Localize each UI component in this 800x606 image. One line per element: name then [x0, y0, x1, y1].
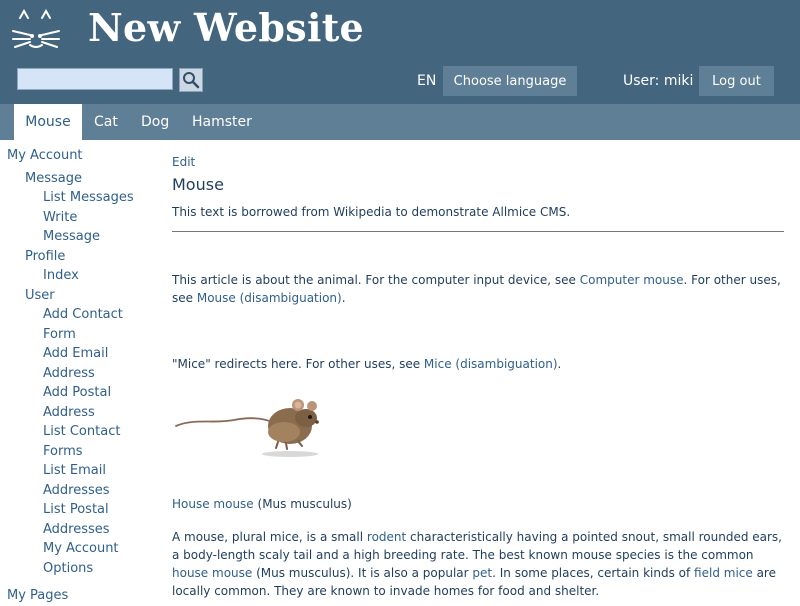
sidebar-item-list-messages[interactable]: List Messages	[43, 188, 148, 208]
current-user-label: User: miki	[623, 73, 694, 89]
sidebar-item-list-contact-forms-cont[interactable]: Forms	[43, 442, 148, 462]
mouse-disambiguation-link[interactable]: Mouse (disambiguation)	[197, 291, 342, 305]
logout-button[interactable]: Log out	[699, 66, 774, 96]
caption-text: (Mus musculus)	[253, 497, 352, 511]
hatnote-text: This article is about the animal. For th…	[172, 273, 580, 287]
cat-logo-icon[interactable]	[12, 9, 62, 51]
body-text: . In some places, certain kinds of	[492, 566, 695, 580]
sidebar-item-write-message-cont[interactable]: Message	[43, 227, 148, 247]
hatnote-computer-mouse: This article is about the animal. For th…	[172, 271, 784, 307]
sidebar-item-profile-index[interactable]: Index	[43, 266, 148, 286]
sidebar-item-user[interactable]: User	[25, 286, 155, 306]
sidebar-item-add-email-address[interactable]: Add Email	[43, 344, 148, 364]
tab-bar: Mouse Cat Dog Hamster	[0, 104, 800, 140]
sidebar-item-add-contact-form-cont[interactable]: Form	[43, 325, 148, 345]
sidebar-item-add-postal-address-cont[interactable]: Address	[43, 403, 148, 423]
sidebar-item-list-email-addresses[interactable]: List Email	[43, 461, 148, 481]
hatnote-text: .	[557, 357, 562, 371]
hatnote-mice: "Mice" redirects here. For other uses, s…	[172, 355, 784, 373]
sidebar-item-list-postal-addresses[interactable]: List Postal	[43, 500, 148, 520]
current-language: EN	[417, 73, 437, 89]
hatnote-text: .	[341, 291, 346, 305]
tab-cat[interactable]: Cat	[94, 104, 118, 140]
magnifier-icon	[183, 72, 200, 89]
sidebar-item-write-message[interactable]: Write	[43, 208, 148, 228]
sidebar-item-my-account[interactable]: My Account	[7, 146, 137, 166]
hatnote-text: "Mice" redirects here. For other uses, s…	[172, 357, 424, 371]
rodent-link[interactable]: rodent	[367, 530, 406, 544]
article-title: Mouse	[172, 175, 224, 194]
sidebar-item-list-email-addresses-cont[interactable]: Addresses	[43, 481, 148, 501]
sidebar-item-list-contact-forms[interactable]: List Contact	[43, 422, 148, 442]
sidebar-item-my-pages[interactable]: My Pages	[7, 586, 137, 606]
site-title[interactable]: New Website	[88, 5, 364, 50]
sidebar-item-profile[interactable]: Profile	[25, 247, 155, 267]
sidebar-item-my-account-options[interactable]: My Account	[43, 539, 148, 559]
sidebar-item-my-account-options-cont[interactable]: Options	[43, 559, 148, 579]
sidebar-item-list-postal-addresses-cont[interactable]: Addresses	[43, 520, 148, 540]
choose-language-button[interactable]: Choose language	[443, 66, 577, 96]
article-body-paragraph: A mouse, plural mice, is a small rodent …	[172, 528, 784, 600]
sidebar-item-add-postal-address[interactable]: Add Postal	[43, 383, 148, 403]
body-text: A mouse, plural mice, is a small	[172, 530, 367, 544]
sidebar-item-message[interactable]: Message	[25, 169, 155, 189]
computer-mouse-link[interactable]: Computer mouse	[580, 273, 684, 287]
house-mouse-image[interactable]	[174, 396, 324, 458]
edit-link[interactable]: Edit	[172, 155, 195, 169]
sidebar-item-add-contact-form[interactable]: Add Contact	[43, 305, 148, 325]
house-mouse-caption-link[interactable]: House mouse	[172, 497, 254, 511]
intro-text: This text is borrowed from Wikipedia to …	[172, 205, 571, 219]
tab-mouse[interactable]: Mouse	[14, 104, 82, 140]
field-mice-link[interactable]: field mice	[694, 566, 753, 580]
body-text: (Mus musculus). It is also a popular	[252, 566, 473, 580]
site-header: New Website EN Choose language User: mik…	[0, 0, 800, 104]
sidebar-item-add-email-address-cont[interactable]: Address	[43, 364, 148, 384]
mice-disambiguation-link[interactable]: Mice (disambiguation)	[424, 357, 558, 371]
tab-hamster[interactable]: Hamster	[192, 104, 252, 140]
divider	[172, 231, 784, 232]
house-mouse-link[interactable]: house mouse	[172, 566, 252, 580]
pet-link[interactable]: pet	[472, 566, 492, 580]
search-button[interactable]	[179, 68, 203, 92]
image-caption: House mouse (Mus musculus)	[172, 495, 784, 513]
search-input[interactable]	[17, 68, 173, 90]
tab-dog[interactable]: Dog	[141, 104, 169, 140]
